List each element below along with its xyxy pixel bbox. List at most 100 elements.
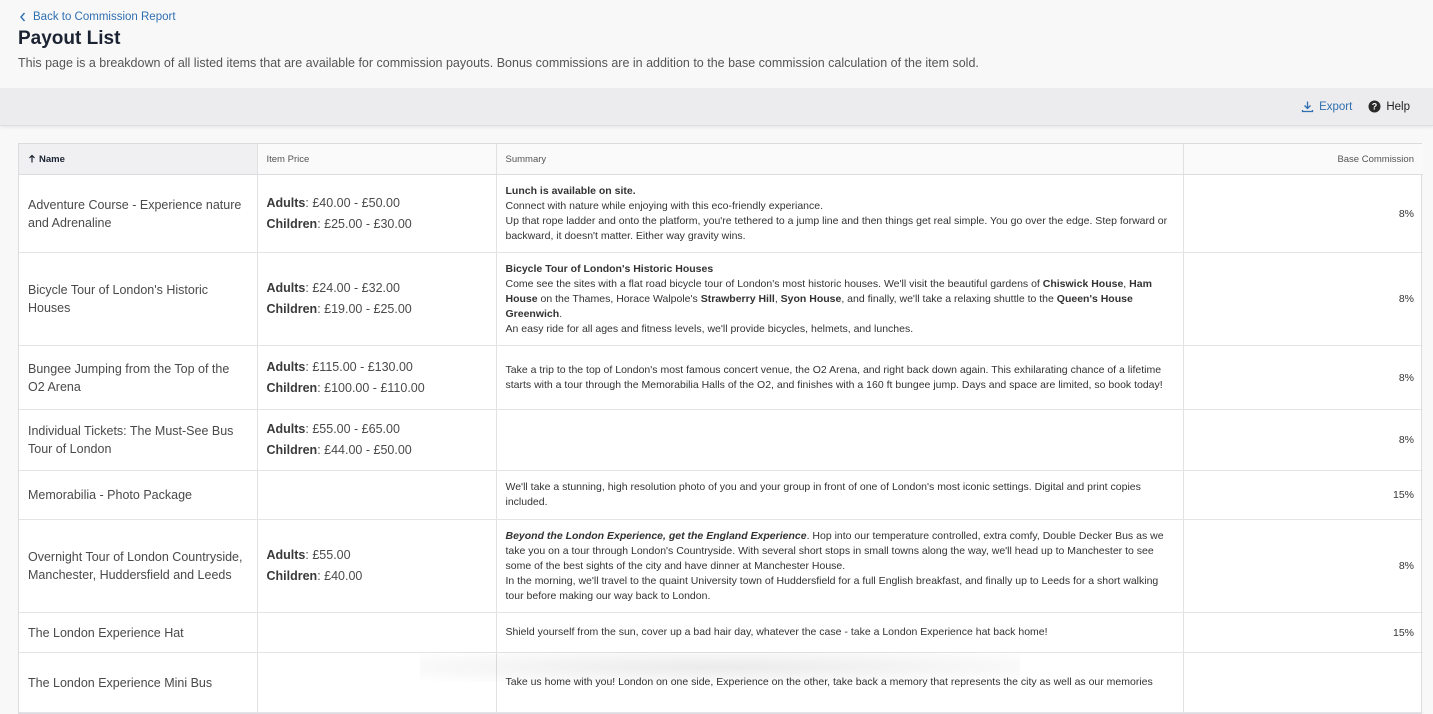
page-description: This page is a breakdown of all listed i… [18, 56, 979, 70]
item-price-cell [257, 470, 497, 520]
summary-paragraph: Lunch is available on site. [506, 184, 1174, 199]
summary-paragraph: Shield yourself from the sun, cover up a… [506, 625, 1174, 640]
base-commission-cell: 8% [1183, 519, 1423, 613]
column-header-name[interactable]: Name [19, 144, 258, 175]
export-button[interactable]: Export [1301, 100, 1352, 113]
summary-paragraph: In the morning, we'll travel to the quai… [506, 574, 1174, 604]
summary-emphasis: Chiswick House [1042, 277, 1124, 290]
price-range-value: : £24.00 - £32.00 [305, 281, 400, 295]
price-line: Adults: £24.00 - £32.00 [267, 278, 487, 299]
price-line: Children: £44.00 - £50.00 [267, 440, 487, 461]
item-name-cell: Overnight Tour of London Countryside, Ma… [19, 519, 258, 613]
price-range-value: : £19.00 - £25.00 [317, 302, 412, 316]
item-summary-cell: Shield yourself from the sun, cover up a… [496, 612, 1184, 653]
item-price-cell: Adults: £115.00 - £130.00 Children: £100.… [257, 345, 497, 410]
toolbar: Export ? Help [0, 88, 1433, 126]
price-tier-label: Adults [266, 281, 306, 295]
column-header-name-label: Name [39, 153, 65, 165]
item-name-cell: Adventure Course - Experience nature and… [19, 174, 258, 253]
payout-table: Name Item Price Summary Base Commission … [18, 143, 1423, 714]
item-name-cell: Bicycle Tour of London's Historic Houses [19, 252, 258, 346]
price-tier-label: Children [266, 216, 318, 231]
price-tier-label: Children [266, 302, 318, 316]
summary-emphasis: Beyond the London Experience, get the En… [505, 529, 807, 542]
help-button[interactable]: ? Help [1368, 100, 1410, 113]
price-range-value: : £40.00 [317, 569, 363, 583]
summary-text: Take a trip to the top of London's most … [505, 363, 1163, 391]
summary-text: , and finally, we'll take a relaxing shu… [841, 292, 1057, 305]
price-tier-label: Children [266, 569, 318, 583]
summary-paragraph: An easy ride for all ages and fitness le… [506, 322, 1174, 337]
summary-text: In the morning, we'll travel to the quai… [505, 574, 1159, 602]
summary-text: on the Thames, Horace Walpole's [537, 292, 701, 305]
item-price-cell: Adults: £24.00 - £32.00 Children: £19.00 … [257, 252, 497, 346]
summary-paragraph: Connect with nature while enjoying with … [506, 199, 1174, 214]
column-header-base-commission[interactable]: Base Commission [1183, 144, 1423, 175]
summary-paragraph: We'll take a stunning, high resolution p… [506, 480, 1174, 510]
base-commission-cell: 8% [1183, 174, 1423, 253]
price-tier-label: Children [266, 443, 318, 457]
chevron-left-icon [20, 12, 26, 22]
item-price-cell: Adults: £55.00 - £65.00 Children: £44.00 … [257, 409, 497, 471]
back-link-label: Back to Commission Report [33, 11, 176, 23]
column-header-summary[interactable]: Summary [496, 144, 1184, 175]
summary-emphasis: Lunch is available on site. [505, 184, 636, 197]
table-row[interactable]: Individual Tickets: The Must-See Bus Tou… [19, 409, 1423, 471]
price-tier-label: Children [266, 380, 318, 395]
price-line: Children: £25.00 - £30.00 [267, 214, 487, 235]
summary-text: Come see the sites with a flat road bicy… [505, 277, 1043, 290]
item-summary-cell [496, 409, 1184, 471]
price-line: Adults: £55.00 - £65.00 [267, 419, 487, 440]
table-row[interactable]: Overnight Tour of London Countryside, Ma… [19, 519, 1423, 613]
table-row[interactable]: Memorabilia - Photo Package We'll take a … [19, 470, 1423, 520]
summary-paragraph: Bicycle Tour of London's Historic Houses [506, 262, 1174, 277]
price-line: Adults: £55.00 [267, 545, 487, 566]
summary-emphasis: Syon House [780, 292, 842, 305]
item-summary-cell: Lunch is available on site. Connect with … [496, 174, 1184, 253]
price-range-value: : £25.00 - £30.00 [317, 216, 412, 231]
summary-paragraph: Come see the sites with a flat road bicy… [506, 277, 1174, 322]
summary-text: Connect with nature while enjoying with … [505, 199, 824, 212]
price-tier-label: Adults [266, 359, 306, 374]
summary-emphasis: Strawberry Hill [700, 292, 775, 305]
column-header-item-price[interactable]: Item Price [257, 144, 497, 175]
price-range-value: : £55.00 [305, 548, 351, 562]
summary-paragraph: Take a trip to the top of London's most … [506, 363, 1174, 393]
sort-ascending-icon [29, 154, 35, 162]
base-commission-cell: 8% [1183, 345, 1423, 410]
back-to-commission-report-link[interactable]: Back to Commission Report [18, 10, 1415, 24]
price-tier-label: Adults [266, 422, 306, 436]
summary-text: An easy ride for all ages and fitness le… [505, 322, 914, 335]
item-summary-cell: Bicycle Tour of London's Historic Houses… [496, 252, 1184, 346]
item-price-cell: Adults: £40.00 - £50.00 Children: £25.00 … [257, 174, 497, 253]
item-price-cell: Adults: £55.00 Children: £40.00 [257, 519, 497, 613]
svg-text:?: ? [1372, 102, 1378, 112]
help-label: Help [1386, 100, 1410, 113]
table-row[interactable]: Adventure Course - Experience nature and… [19, 174, 1423, 253]
table-row[interactable]: Bicycle Tour of London's Historic Houses… [19, 252, 1423, 346]
price-line: Adults: £115.00 - £130.00 [267, 357, 487, 378]
summary-text: Up that rope ladder and onto the platfor… [505, 214, 1168, 242]
price-range-value: : £55.00 - £65.00 [305, 422, 400, 436]
table-row[interactable]: The London Experience Hat Shield yourself… [19, 612, 1423, 653]
table-row[interactable]: Bungee Jumping from the Top of the O2 Ar… [19, 345, 1423, 410]
base-commission-cell [1183, 652, 1423, 713]
download-icon [1301, 101, 1314, 113]
page-header: Back to Commission Report Payout List Th… [0, 0, 1433, 78]
price-line: Adults: £40.00 - £50.00 [267, 193, 487, 214]
price-range-value: : £40.00 - £50.00 [305, 195, 400, 210]
base-commission-cell: 15% [1183, 470, 1423, 520]
base-commission-cell: 15% [1183, 612, 1423, 653]
table-header-row: Name Item Price Summary Base Commission [19, 144, 1423, 175]
export-label: Export [1319, 100, 1353, 113]
item-name-cell: Individual Tickets: The Must-See Bus Tou… [19, 409, 258, 471]
summary-text: We'll take a stunning, high resolution p… [505, 481, 1141, 508]
item-name-cell: The London Experience Hat [19, 612, 258, 653]
page-title: Payout List [18, 28, 121, 49]
price-line: Children: £19.00 - £25.00 [267, 299, 487, 320]
price-range-value: : £44.00 - £50.00 [317, 443, 412, 457]
item-name-cell: The London Experience Mini Bus [19, 652, 258, 713]
summary-paragraph: Up that rope ladder and onto the platfor… [506, 214, 1174, 244]
price-tier-label: Adults [266, 548, 306, 562]
scroll-shadow [420, 652, 1020, 682]
